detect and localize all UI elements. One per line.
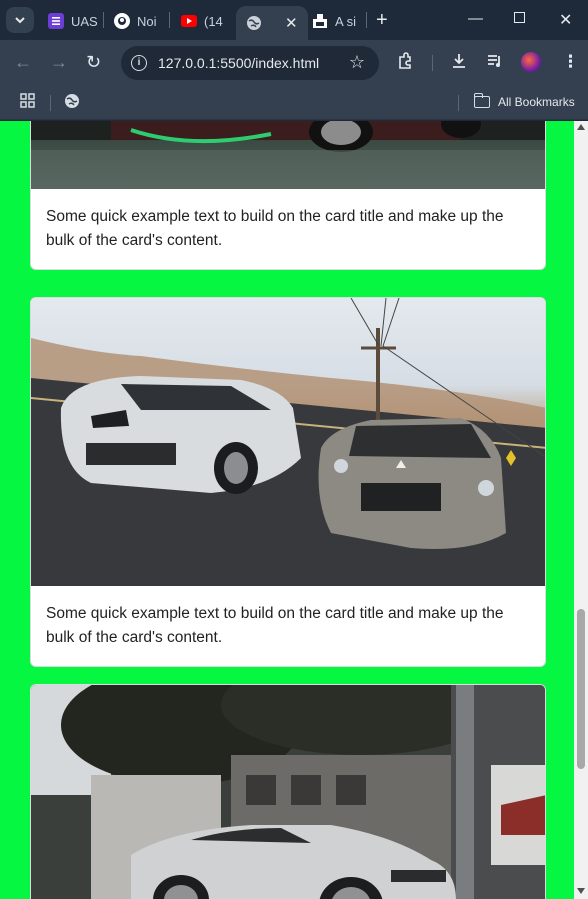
- tab-label: Noi: [137, 13, 157, 29]
- all-bookmarks-label: All Bookmarks: [498, 95, 575, 109]
- page-scrollbar[interactable]: [574, 121, 588, 899]
- tab-strip: UAS Noi (14 ✕ A si + — ✕: [0, 0, 588, 40]
- scrollbar-thumb[interactable]: [577, 609, 585, 769]
- page-viewport: Some quick example text to build on the …: [0, 121, 588, 899]
- card-text: Some quick example text to build on the …: [46, 208, 504, 249]
- reload-icon[interactable]: ↻: [86, 53, 101, 71]
- back-arrow-icon[interactable]: ←: [14, 53, 32, 71]
- github-icon: [114, 13, 130, 29]
- scroll-up-arrow-icon[interactable]: [577, 124, 585, 130]
- folder-icon: [473, 93, 490, 108]
- tab-app[interactable]: A si: [312, 6, 356, 36]
- globe-icon: [246, 15, 262, 31]
- tab-search-button[interactable]: [6, 7, 34, 33]
- site-info-icon[interactable]: i: [131, 55, 147, 71]
- tab-github[interactable]: Noi: [114, 6, 157, 36]
- tab-youtube[interactable]: (14: [181, 6, 223, 36]
- maximize-icon: [514, 12, 525, 23]
- tab-label: A si: [335, 13, 356, 29]
- app-icon: [312, 13, 328, 29]
- minimize-button[interactable]: —: [468, 10, 483, 27]
- all-bookmarks-button[interactable]: All Bookmarks: [473, 93, 575, 109]
- close-window-button[interactable]: ✕: [559, 10, 572, 30]
- new-tab-button[interactable]: +: [376, 10, 388, 30]
- card: Some quick example text to build on the …: [30, 297, 546, 667]
- card-image-racing-cars: [31, 298, 545, 586]
- apps-grid-icon[interactable]: [20, 93, 35, 113]
- maximize-button[interactable]: [514, 10, 525, 27]
- address-bar[interactable]: i 127.0.0.1:5500/index.html ☆: [121, 46, 379, 80]
- scroll-down-arrow-icon[interactable]: [577, 888, 585, 894]
- chevron-down-icon: [15, 17, 25, 24]
- card-text: Some quick example text to build on the …: [46, 605, 504, 646]
- download-icon[interactable]: [450, 52, 468, 75]
- card: Some quick example text to build on the …: [30, 121, 546, 270]
- media-control-icon[interactable]: [486, 52, 504, 75]
- tab-label: UAS: [71, 13, 98, 29]
- bookmarks-bar: All Bookmarks: [0, 86, 588, 120]
- extensions-icon[interactable]: [396, 52, 414, 75]
- menu-kebab-icon[interactable]: ⋮: [562, 52, 579, 72]
- card-image-street-car: [31, 685, 545, 899]
- close-tab-icon[interactable]: ✕: [285, 14, 298, 32]
- address-url[interactable]: 127.0.0.1:5500/index.html: [158, 55, 319, 71]
- forward-arrow-icon[interactable]: →: [50, 53, 68, 71]
- browser-toolbar: ← → ↻ i 127.0.0.1:5500/index.html ☆ ⋮: [0, 40, 588, 86]
- form-icon: [48, 13, 64, 29]
- youtube-icon: [181, 15, 197, 27]
- card: [30, 684, 546, 899]
- tab-uas[interactable]: UAS: [48, 6, 98, 36]
- tab-active-local[interactable]: ✕: [236, 6, 308, 40]
- bookmark-star-icon[interactable]: ☆: [349, 52, 365, 73]
- profile-avatar[interactable]: [521, 52, 541, 72]
- card-image-car: [31, 121, 545, 189]
- globe-bookmark-icon[interactable]: [64, 93, 80, 114]
- tab-label: (14: [204, 13, 223, 29]
